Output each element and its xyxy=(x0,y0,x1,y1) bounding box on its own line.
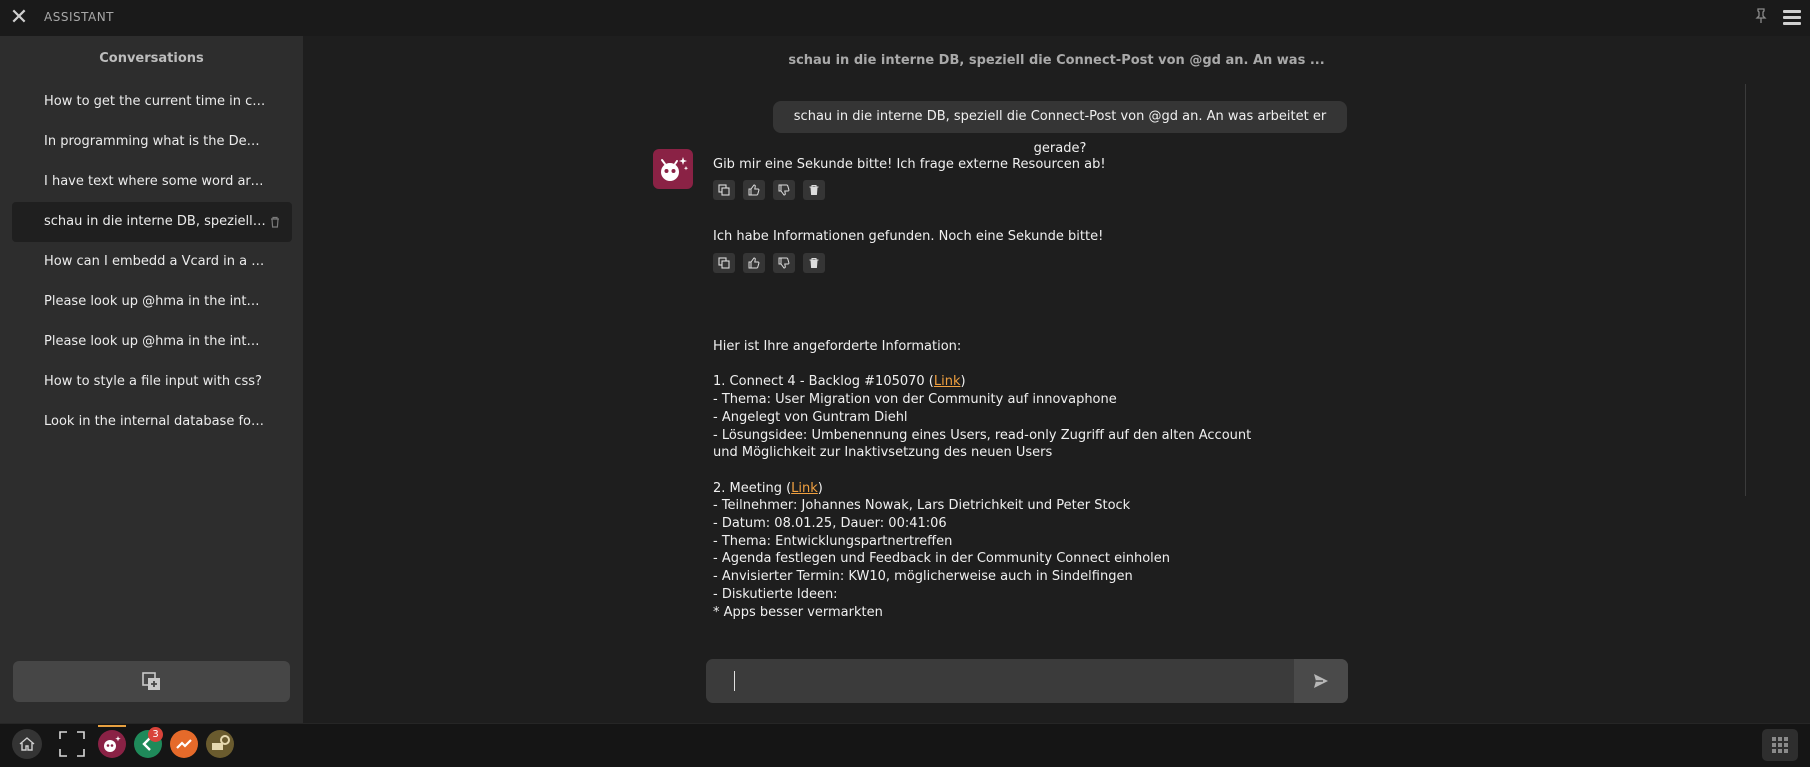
menu-icon[interactable] xyxy=(1782,8,1802,28)
text-caret xyxy=(734,671,735,691)
thumbs-down-icon xyxy=(778,257,790,269)
home-button[interactable] xyxy=(12,729,42,759)
answer-line: - Thema: Entwicklungspartnertreffen xyxy=(713,533,953,549)
robot-icon xyxy=(661,157,689,181)
notification-badge: 3 xyxy=(148,727,163,742)
assistant-app-button[interactable] xyxy=(98,730,126,758)
answer-intro: Hier ist Ihre angeforderte Information: xyxy=(713,339,962,354)
app-title: ASSISTANT xyxy=(44,10,115,24)
thumbs-up-icon xyxy=(748,184,760,196)
backlog-link[interactable]: Link xyxy=(934,374,961,389)
conversation-label: How to style a file input with css? xyxy=(44,374,262,389)
conversation-item[interactable]: How can I embedd a Vcard in a web page? xyxy=(12,242,292,282)
conversation-item-active[interactable]: schau in die interne DB, speziell die Co… xyxy=(12,202,292,242)
pin-icon[interactable] xyxy=(1752,8,1770,28)
conversation-label: Look in the internal database for @ms xyxy=(44,414,266,429)
scrollbar[interactable] xyxy=(1745,84,1746,496)
conversation-item[interactable]: How to get the current time in c++? xyxy=(12,82,292,122)
assistant-message: Ich habe Informationen gefunden. Noch ei… xyxy=(713,229,1104,244)
heading-text: ) xyxy=(817,480,823,496)
bot-avatar xyxy=(653,149,693,189)
conversation-label: I have text where some word are enclosed xyxy=(44,174,266,189)
answer-line: - Anvisierter Termin: KW10, möglicherwei… xyxy=(713,569,1133,585)
answer-line: - Diskutierte Ideen: xyxy=(713,586,838,602)
answer-line: - Angelegt von Guntram Diehl xyxy=(713,409,908,425)
new-conversation-button[interactable] xyxy=(13,661,290,702)
conversation-label: In programming what is the Dependency In… xyxy=(44,134,266,149)
close-icon[interactable]: ✕ xyxy=(6,6,32,30)
answer-line: - Datum: 08.01.25, Dauer: 00:41:06 xyxy=(713,516,947,531)
trash-icon[interactable] xyxy=(270,202,280,242)
chat-area: schau in die interne DB, speziell die Co… xyxy=(303,36,1810,723)
chart-app-icon xyxy=(176,739,192,749)
answer-line: - Teilnehmer: Johannes Nowak, Lars Dietr… xyxy=(713,498,1131,514)
conversation-label: How to get the current time in c++? xyxy=(44,94,266,109)
delete-button[interactable] xyxy=(803,180,825,200)
fullscreen-icon xyxy=(59,731,85,757)
delete-button[interactable] xyxy=(803,253,825,273)
answer-line: - Lösungsidee: Umbenennung eines Users, … xyxy=(713,427,1252,461)
thumbs-down-button[interactable] xyxy=(773,253,795,273)
conversation-item[interactable]: Look in the internal database for @ms xyxy=(12,402,292,442)
send-button[interactable] xyxy=(1294,659,1348,703)
conversation-item[interactable]: Please look up @hma in the internal data… xyxy=(12,282,292,322)
thumbs-up-button[interactable] xyxy=(743,180,765,200)
taskbar: 3 xyxy=(0,723,1810,767)
conversation-label: How can I embedd a Vcard in a web page? xyxy=(44,254,266,269)
trash-icon xyxy=(809,257,819,268)
copy-button[interactable] xyxy=(713,253,735,273)
heading-text: ) xyxy=(960,374,966,390)
answer-item-heading: 1. Connect 4 - Backlog #105070 (Link) xyxy=(713,373,1273,391)
send-icon xyxy=(1314,674,1328,688)
answer-line: - Thema: User Migration von der Communit… xyxy=(713,392,1117,408)
sidebar: Conversations How to get the current tim… xyxy=(0,36,303,723)
trash-icon xyxy=(809,184,819,195)
fullscreen-button[interactable] xyxy=(58,730,86,758)
app-button-orange[interactable] xyxy=(170,730,198,758)
heading-text: 2. Meeting ( xyxy=(713,480,792,496)
heading-text: 1. Connect 4 - Backlog #105070 ( xyxy=(713,374,934,390)
answer-line: * Apps besser vermarkten xyxy=(713,604,883,620)
new-conversation-icon xyxy=(142,672,160,690)
conversation-label: Please look up @hma in the internal data… xyxy=(44,334,266,349)
sidebar-title: Conversations xyxy=(99,51,204,66)
robot-icon xyxy=(104,736,121,752)
copy-button[interactable] xyxy=(713,180,735,200)
assistant-answer: Hier ist Ihre angeforderte Information: … xyxy=(713,338,1273,621)
answer-item-heading: 2. Meeting (Link) xyxy=(713,480,1273,498)
grid-icon xyxy=(1772,737,1788,753)
message-actions xyxy=(713,253,825,273)
answer-line: - Agenda festlegen und Feedback in der C… xyxy=(713,551,1170,567)
assistant-message: Gib mir eine Sekunde bitte! Ich frage ex… xyxy=(713,157,1106,172)
conversation-item[interactable]: How to style a file input with css? xyxy=(12,362,292,402)
copy-icon xyxy=(718,184,730,196)
thumbs-up-button[interactable] xyxy=(743,253,765,273)
copy-icon xyxy=(718,257,730,269)
thumbs-up-icon xyxy=(748,257,760,269)
meeting-link[interactable]: Link xyxy=(791,481,818,496)
app-button-settings[interactable] xyxy=(206,730,234,758)
conversation-list: How to get the current time in c++? In p… xyxy=(12,82,292,442)
user-message: schau in die interne DB, speziell die Co… xyxy=(773,101,1347,156)
home-icon xyxy=(19,737,35,751)
active-app-indicator xyxy=(98,725,126,727)
conversation-item[interactable]: In programming what is the Dependency In… xyxy=(12,122,292,162)
conversation-item[interactable]: I have text where some word are enclosed xyxy=(12,162,292,202)
conversation-header: schau in die interne DB, speziell die Co… xyxy=(788,53,1325,68)
message-input[interactable] xyxy=(706,659,1294,703)
app-grid-button[interactable] xyxy=(1762,729,1798,761)
conversation-label: schau in die interne DB, speziell die Co… xyxy=(44,214,266,229)
gear-icon xyxy=(212,735,230,750)
conversation-label: Please look up @hma in the internal data… xyxy=(44,294,266,309)
conversation-item[interactable]: Please look up @hma in the internal data… xyxy=(12,322,292,362)
message-input-bar xyxy=(706,659,1348,703)
title-bar: ✕ ASSISTANT xyxy=(0,0,1810,37)
thumbs-down-icon xyxy=(778,184,790,196)
message-actions xyxy=(713,180,825,200)
thumbs-down-button[interactable] xyxy=(773,180,795,200)
